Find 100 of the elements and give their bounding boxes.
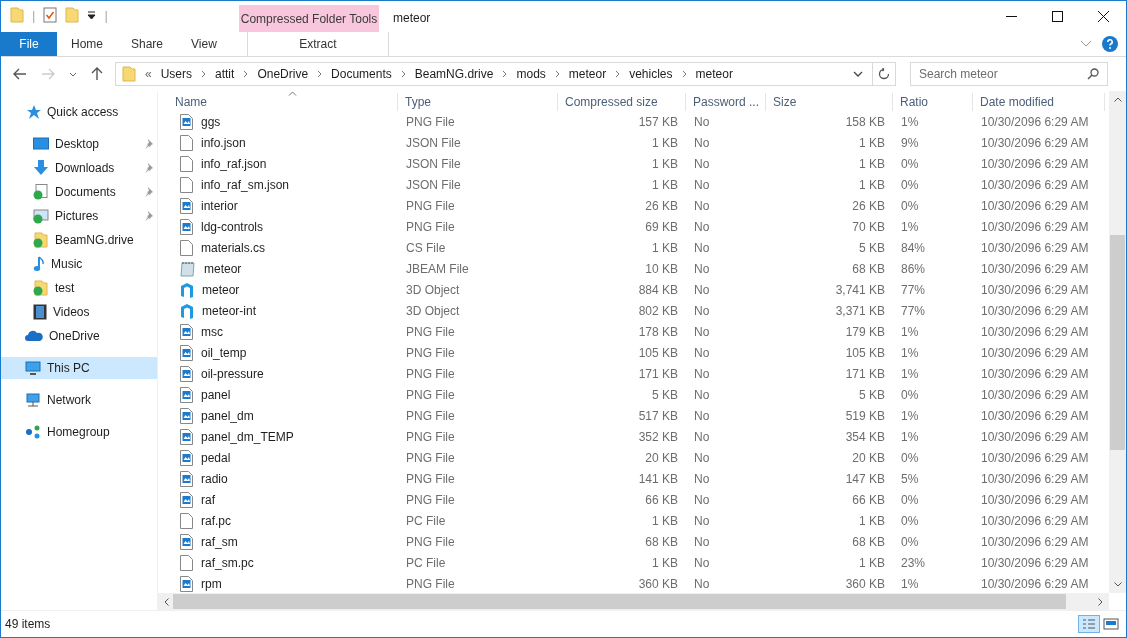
scroll-left-icon[interactable] <box>164 597 169 606</box>
table-cell: No <box>694 240 710 255</box>
expand-ribbon-icon[interactable] <box>1080 40 1092 48</box>
breadcrumb-overflow[interactable]: « <box>145 67 152 81</box>
properties-icon[interactable] <box>43 7 58 23</box>
search-field[interactable]: Search meteor <box>910 62 1108 86</box>
pin-icon[interactable] <box>143 163 153 173</box>
up-arrow-icon[interactable] <box>91 67 103 81</box>
table-cell: PC File <box>406 513 446 528</box>
file-name[interactable]: oil_temp <box>201 345 247 360</box>
nav-item[interactable]: Videos <box>1 301 157 323</box>
file-name[interactable]: panel <box>201 387 231 402</box>
file-name[interactable]: raf_sm.pc <box>201 555 254 570</box>
ribbon-tab[interactable]: View <box>177 32 231 56</box>
column-header[interactable]: Size <box>766 93 893 111</box>
close-icon[interactable] <box>1097 11 1109 22</box>
column-header[interactable]: Type <box>398 93 558 111</box>
column-header[interactable]: Compressed size <box>558 93 686 111</box>
search-icon[interactable] <box>1087 68 1099 80</box>
address-bar[interactable]: « Users attit OneDrive Documents BeamNG.drive mods meteor vehicles meteor <box>115 62 896 86</box>
file-name[interactable]: raf_sm <box>201 534 238 549</box>
file-name[interactable]: ggs <box>201 114 221 129</box>
chevron-icon[interactable] <box>201 70 207 78</box>
help-icon[interactable] <box>1102 36 1118 52</box>
file-name[interactable]: meteor <box>204 261 242 276</box>
breadcrumb[interactable]: vehicles <box>629 67 673 81</box>
pin-icon[interactable] <box>143 187 153 197</box>
column-header[interactable]: Date modified <box>973 93 1105 111</box>
column-header[interactable]: Password ... <box>686 93 766 111</box>
chevron-icon[interactable] <box>681 70 687 78</box>
pin-icon[interactable] <box>143 139 153 149</box>
ribbon-tab[interactable]: Home <box>57 32 117 56</box>
ribbon-tab[interactable]: Share <box>117 32 178 56</box>
folder-synced-icon <box>33 280 49 296</box>
file-name[interactable]: interior <box>201 198 238 213</box>
nav-item[interactable]: Network <box>1 389 157 411</box>
nav-item[interactable]: Desktop <box>1 133 157 155</box>
breadcrumb[interactable]: Users <box>160 67 193 81</box>
file-name[interactable]: raf.pc <box>201 513 231 528</box>
table-cell: 10/30/2096 6:29 AM <box>981 534 1089 549</box>
nav-item[interactable]: Downloads <box>1 157 157 179</box>
scroll-up-icon[interactable] <box>1113 97 1122 102</box>
file-name[interactable]: info.json <box>201 135 246 150</box>
file-name[interactable]: materials.cs <box>201 240 265 255</box>
nav-item[interactable]: Pictures <box>1 205 157 227</box>
nav-item[interactable]: This PC <box>1 357 157 379</box>
nav-item[interactable]: OneDrive <box>1 325 157 347</box>
pin-icon[interactable] <box>143 211 153 221</box>
maximize-icon[interactable] <box>1051 11 1063 22</box>
scroll-down-icon[interactable] <box>1113 582 1122 587</box>
table-cell: 10/30/2096 6:29 AM <box>981 345 1089 360</box>
file-name[interactable]: oil-pressure <box>201 366 264 381</box>
nav-item[interactable]: Homegroup <box>1 421 157 443</box>
breadcrumb[interactable]: BeamNG.drive <box>414 67 494 81</box>
chevron-icon[interactable] <box>400 70 406 78</box>
table-cell: 884 KB <box>638 282 678 297</box>
large-icons-view-icon[interactable] <box>1102 615 1120 633</box>
scrollbar-thumb[interactable] <box>173 594 1067 609</box>
file-name[interactable]: info_raf.json <box>201 156 267 171</box>
chevron-icon[interactable] <box>243 70 249 78</box>
file-name[interactable]: rpm <box>201 576 222 591</box>
scroll-right-icon[interactable] <box>1098 597 1103 606</box>
chevron-icon[interactable] <box>502 70 508 78</box>
file-name[interactable]: pedal <box>201 450 231 465</box>
horizontal-scrollbar[interactable] <box>158 593 1109 610</box>
breadcrumb[interactable]: meteor <box>695 67 733 81</box>
nav-item[interactable]: Music <box>1 253 157 275</box>
file-name[interactable]: msc <box>201 324 223 339</box>
refresh-icon[interactable] <box>878 68 890 80</box>
ribbon-tab[interactable]: Extract <box>246 32 389 56</box>
file-name[interactable]: ldg-controls <box>201 219 264 234</box>
file-name[interactable]: raf <box>201 492 215 507</box>
breadcrumb[interactable]: OneDrive <box>257 67 309 81</box>
nav-item[interactable]: test <box>1 277 157 299</box>
back-arrow-icon[interactable] <box>13 68 27 80</box>
file-name[interactable]: info_raf_sm.json <box>201 177 290 192</box>
dropdown-chevron-icon[interactable] <box>853 71 863 77</box>
nav-item[interactable]: BeamNG.drive <box>1 229 157 251</box>
chevron-icon[interactable] <box>317 70 323 78</box>
breadcrumb[interactable]: attit <box>215 67 235 81</box>
file-name[interactable]: meteor-int <box>202 303 257 318</box>
breadcrumb[interactable]: Documents <box>331 67 392 81</box>
nav-item[interactable]: Documents <box>1 181 157 203</box>
recent-locations-icon[interactable] <box>69 71 77 77</box>
file-name[interactable]: radio <box>201 471 228 486</box>
chevron-icon[interactable] <box>554 70 560 78</box>
column-header[interactable]: Name <box>168 93 398 111</box>
breadcrumb[interactable]: meteor <box>568 67 607 81</box>
file-name[interactable]: panel_dm <box>201 408 254 423</box>
nav-item[interactable]: Quick access <box>1 101 157 123</box>
scrollbar-thumb[interactable] <box>1110 234 1125 450</box>
customize-dropdown-icon[interactable] <box>87 10 97 20</box>
table-cell: 69 KB <box>645 219 678 234</box>
file-tab[interactable]: File <box>1 32 57 56</box>
file-name[interactable]: panel_dm_TEMP <box>201 429 294 444</box>
column-header[interactable]: Ratio <box>893 93 973 111</box>
vertical-scrollbar[interactable] <box>1109 91 1126 593</box>
chevron-icon[interactable] <box>615 70 621 78</box>
breadcrumb[interactable]: mods <box>516 67 546 81</box>
file-name[interactable]: meteor <box>202 282 240 297</box>
